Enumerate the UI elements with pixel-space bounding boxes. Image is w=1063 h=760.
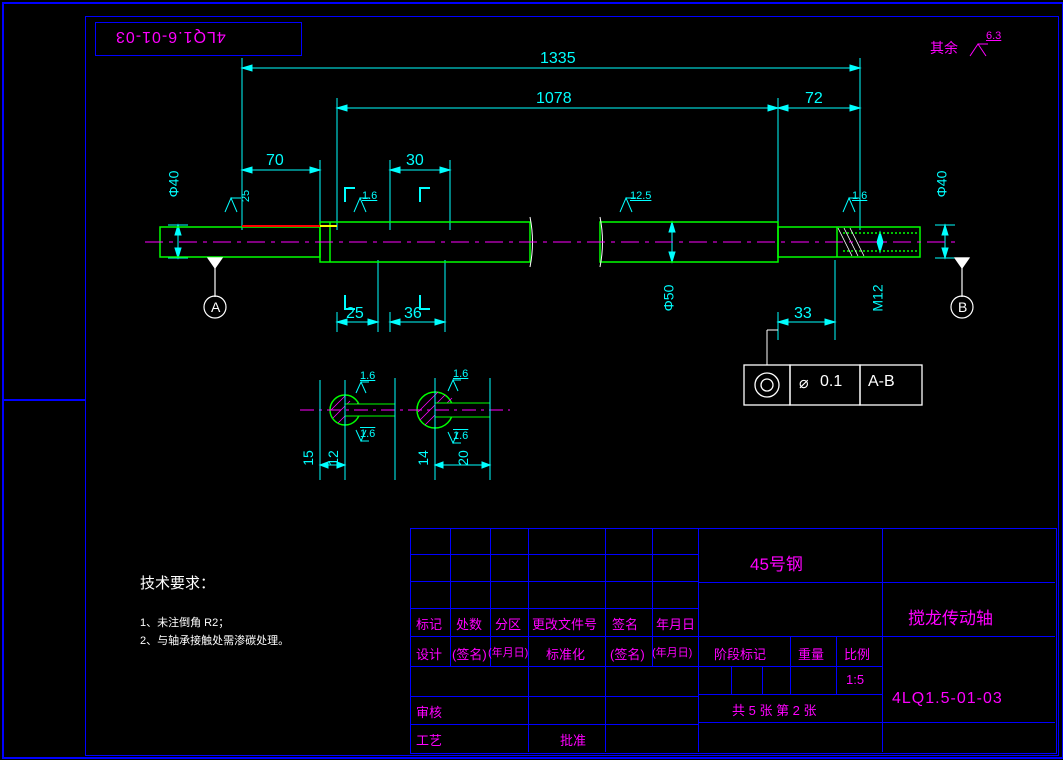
tb-approve: 批准 (560, 730, 586, 749)
dim-sec12: 12 (325, 450, 341, 466)
dim-70: 70 (266, 152, 284, 170)
dim-m12: M12 (870, 284, 886, 311)
tb-std: 标准化 (546, 644, 585, 663)
tb-scale: 比例 (844, 644, 870, 663)
dim-1078: 1078 (536, 90, 572, 108)
sf-16a: 1.6 (362, 190, 377, 202)
tech-req-title: 技术要求： (140, 572, 215, 593)
dim-phi50: Φ50 (660, 285, 676, 312)
tb-drawno: 4LQ1.5-01-03 (892, 690, 1003, 708)
datum-a: A (211, 299, 220, 315)
dim-sec15: 15 (300, 450, 316, 466)
dim-36: 36 (404, 305, 422, 323)
tb-sign: 签名 (612, 614, 638, 633)
dim-phi40r: Φ40 (933, 171, 949, 198)
dim-25: 25 (346, 305, 364, 323)
sf-16b: 1.6 (852, 190, 867, 202)
tb-mass: 重量 (798, 644, 824, 663)
dim-sec20: 20 (455, 450, 471, 466)
tech-req-1: 1、未注倒角 R2； (140, 614, 229, 630)
dim-72: 72 (805, 90, 823, 108)
fcf-tol: 0.1 (820, 373, 842, 391)
tb-zone: 分区 (495, 614, 521, 633)
tb-date: 年月日 (656, 614, 695, 633)
tb-check: 审核 (416, 702, 442, 721)
dim-1335: 1335 (540, 50, 576, 68)
sf-125: 12.5 (630, 190, 651, 202)
tb-sign3: (签名) (610, 644, 645, 663)
tb-partname: 搅龙传动轴 (908, 604, 993, 629)
tb-design: 设计 (416, 644, 442, 663)
tb-qty: 处数 (456, 614, 482, 633)
tb-sign2: (签名) (452, 644, 487, 663)
sf-sec16c: 1.6 (360, 428, 375, 440)
tb-mark: 标记 (416, 614, 442, 633)
sf-sec16d: 1.6 (453, 430, 468, 442)
tb-date3: (年月日) (652, 644, 692, 660)
dim-sec14: 14 (415, 450, 431, 466)
sf-25: 25 (240, 190, 252, 202)
tb-date2: (年月日) (488, 644, 528, 660)
tb-process: 工艺 (416, 730, 442, 749)
tb-sheets: 共 5 张 第 2 张 (732, 700, 817, 719)
tech-req-2: 2、与轴承接触处需渗碳处理。 (140, 632, 289, 648)
fcf-ref: A-B (868, 373, 895, 391)
tb-material: 45号钢 (750, 550, 803, 575)
title-block (410, 528, 1057, 754)
dim-33: 33 (794, 305, 812, 323)
tb-doc: 更改文件号 (532, 614, 597, 633)
dim-30: 30 (406, 152, 424, 170)
datum-b: B (958, 299, 967, 315)
sf-sec16a: 1.6 (360, 370, 375, 382)
tb-stage: 阶段标记 (714, 644, 766, 663)
fcf-dia: ⌀ (799, 373, 809, 393)
sf-sec16b: 1.6 (453, 368, 468, 380)
cross-marker (0, 0, 90, 760)
dim-phi40l: Φ40 (165, 171, 181, 198)
tb-scale-val: 1:5 (846, 672, 864, 687)
